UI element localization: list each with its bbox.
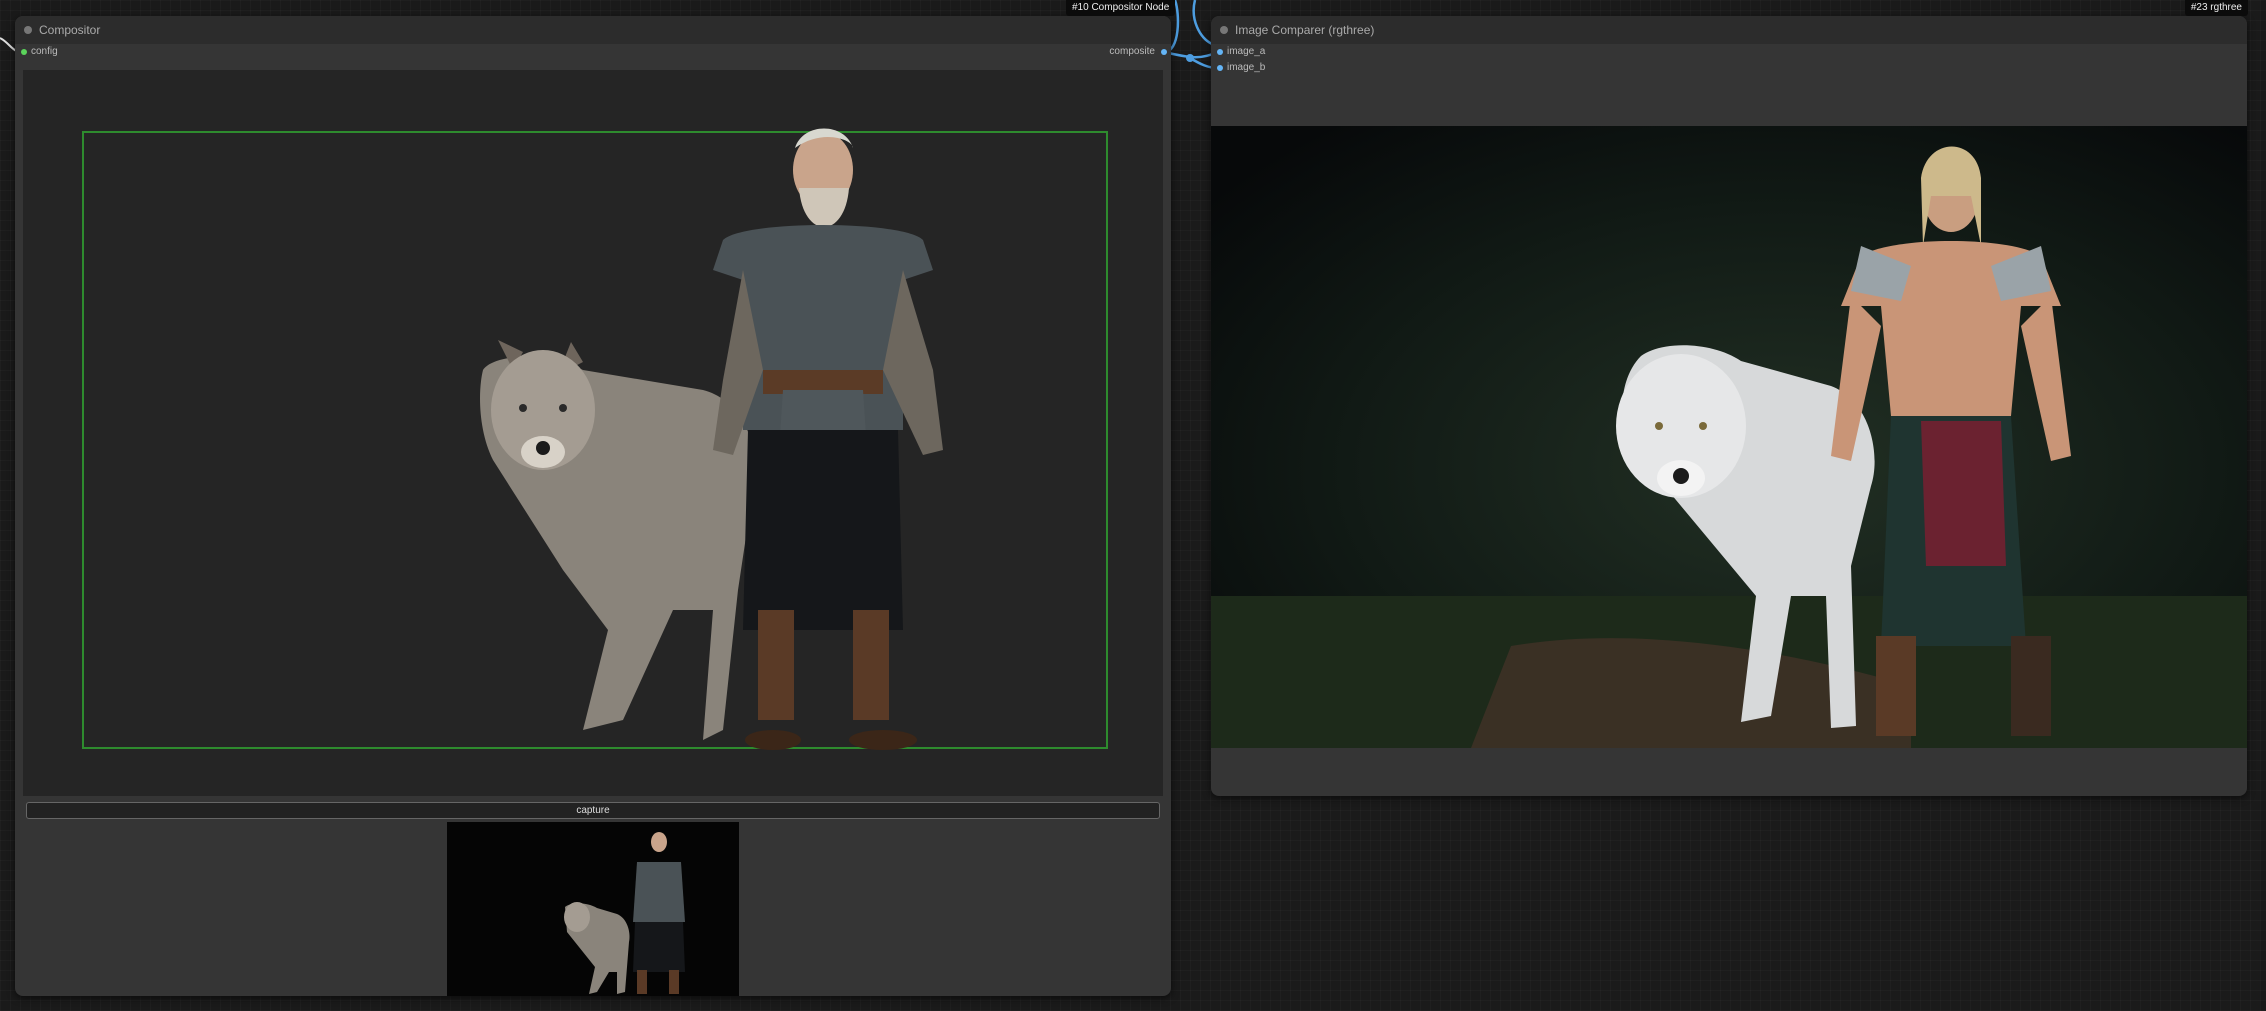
- slot-label: composite: [1109, 46, 1155, 57]
- wolf-layer: [480, 340, 756, 740]
- slot-dot-icon: [1161, 49, 1167, 55]
- composition-canvas[interactable]: [23, 70, 1163, 796]
- node-title-bar[interactable]: Compositor: [15, 16, 1171, 44]
- input-slot-config[interactable]: config: [19, 46, 99, 60]
- slot-label: config: [31, 46, 58, 57]
- slot-label: image_a: [1227, 46, 1266, 57]
- slot-dot-icon: [21, 49, 27, 55]
- input-slot-image-b[interactable]: image_b: [1215, 62, 1295, 76]
- slot-dot-icon: [1217, 49, 1223, 55]
- input-slot-image-a[interactable]: image_a: [1215, 46, 1295, 60]
- captured-preview-image: [447, 822, 739, 996]
- slot-dot-icon: [1217, 65, 1223, 71]
- capture-button[interactable]: capture: [26, 802, 1160, 819]
- comparison-image[interactable]: [1211, 126, 2247, 748]
- composition-scene[interactable]: [23, 70, 1163, 796]
- node-collapse-dot-icon[interactable]: [24, 26, 32, 34]
- output-slot-composite[interactable]: composite: [1059, 46, 1169, 60]
- node-title-bar[interactable]: Image Comparer (rgthree): [1211, 16, 2247, 44]
- node-title: Compositor: [39, 23, 101, 37]
- compositor-node[interactable]: Compositor config composite capture: [15, 16, 1171, 996]
- node-title: Image Comparer (rgthree): [1235, 23, 1375, 37]
- node-id-badge: #23 rgthree: [2184, 0, 2248, 16]
- slot-label: image_b: [1227, 62, 1266, 73]
- image-comparer-node[interactable]: Image Comparer (rgthree) image_a image_b: [1211, 16, 2247, 796]
- node-id-badge: #10 Compositor Node: [1066, 0, 1176, 16]
- node-collapse-dot-icon[interactable]: [1220, 26, 1228, 34]
